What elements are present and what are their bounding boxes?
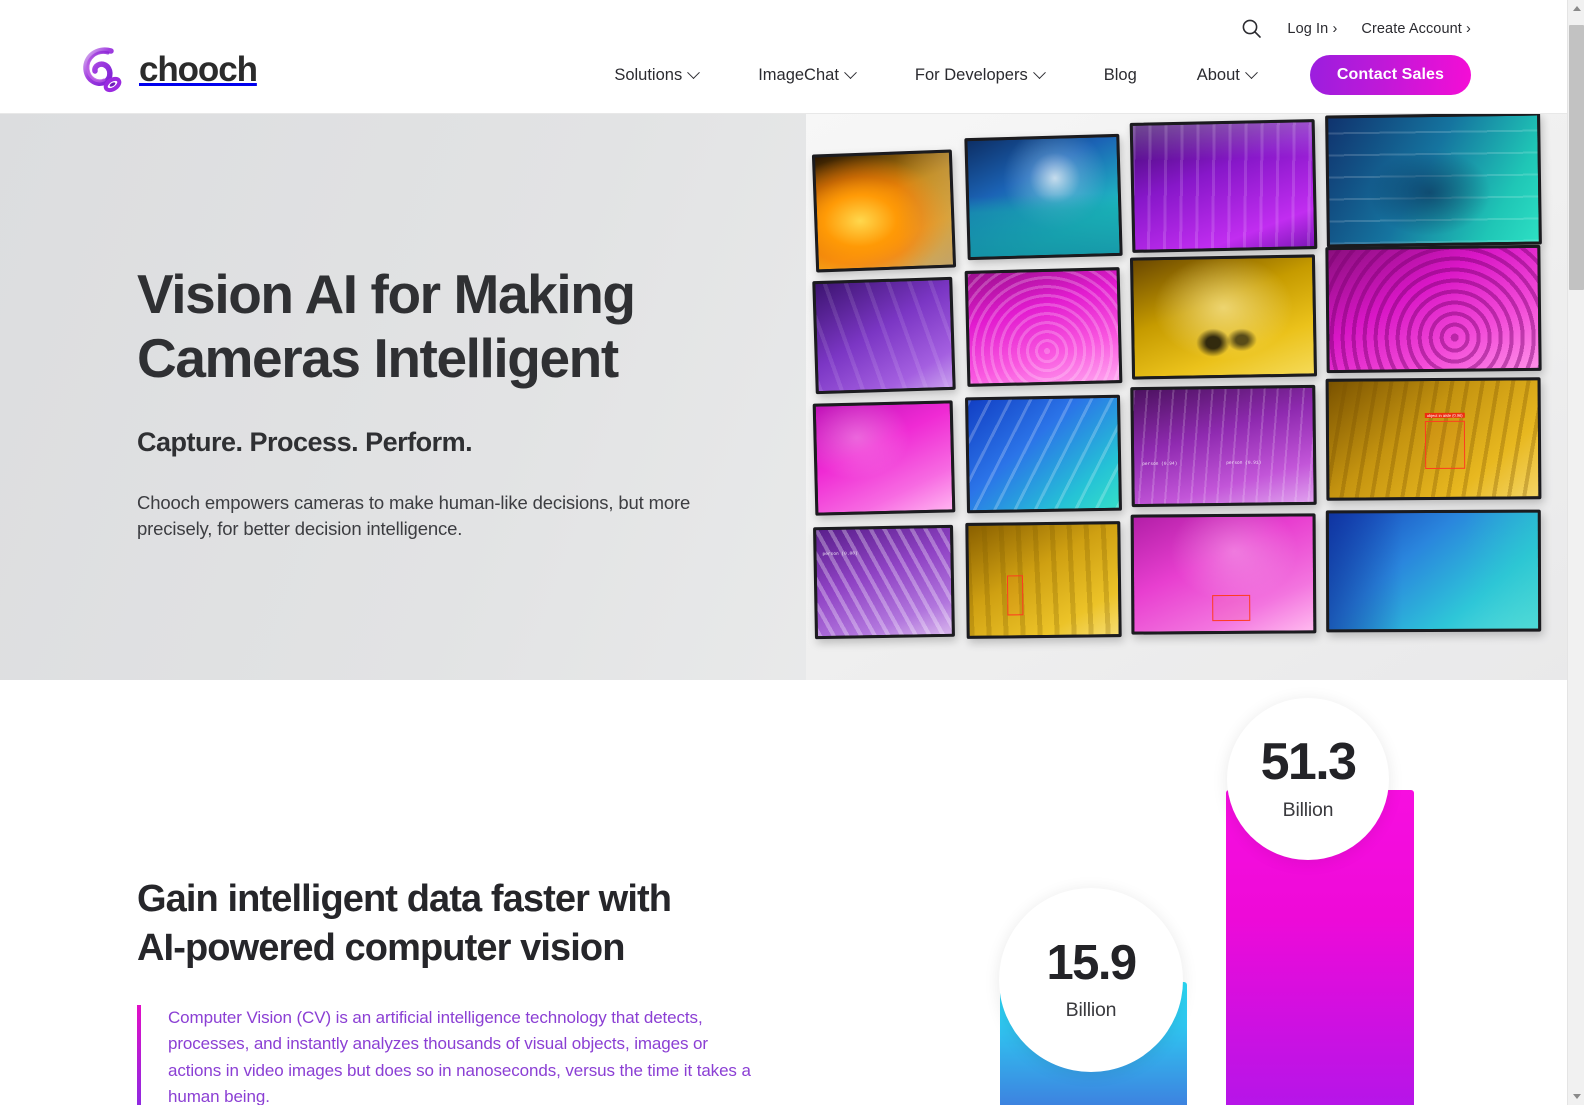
- hero-title-line2: Cameras Intelligent: [137, 327, 619, 390]
- nav-label-blog: Blog: [1103, 65, 1137, 84]
- nav-item-blog[interactable]: Blog: [1074, 66, 1167, 85]
- monitor-screen: [1325, 509, 1542, 633]
- monitor-screen: [1129, 254, 1318, 380]
- main-navigation: Solutions ImageChat For Developers Blog …: [584, 55, 1471, 95]
- monitor-screen: [1130, 513, 1317, 635]
- monitor-screen: person (0.94) person (0.91): [1130, 384, 1317, 508]
- monitor-screen: [812, 400, 956, 516]
- stat-unit: Billion: [1282, 799, 1334, 821]
- stat-bubble-15-9: 15.9 Billion: [999, 888, 1183, 1072]
- vertical-scrollbar[interactable]: [1567, 0, 1584, 1105]
- site-header: chooch Log In › Create Account › Solutio…: [0, 0, 1567, 114]
- chooch-swirl-logo-icon: [81, 44, 131, 94]
- hero-title-line1: Vision AI for Making: [137, 263, 636, 325]
- nav-item-for-developers[interactable]: For Developers: [885, 66, 1074, 85]
- nav-item-solutions[interactable]: Solutions: [584, 66, 728, 85]
- monitor-screen: [811, 149, 957, 273]
- hero-copy: Vision AI for Making Cameras Intelligent…: [137, 262, 797, 542]
- stat-unit: Billion: [1065, 998, 1117, 1021]
- brand-logo-link[interactable]: chooch: [81, 44, 258, 94]
- monitor-screen: [1325, 244, 1542, 374]
- nav-label-about: About: [1196, 65, 1240, 84]
- detection-bounding-box: object in aisle (0.96): [1424, 412, 1466, 470]
- detection-bounding-box: [1212, 594, 1251, 622]
- stat-value: 15.9: [1046, 935, 1138, 990]
- monitor-screen: [964, 133, 1123, 261]
- page-content: chooch Log In › Create Account › Solutio…: [0, 0, 1567, 1105]
- detection-overlay-text: person (0.91): [1226, 460, 1262, 466]
- hero-subtitle: Capture. Process. Perform.: [137, 426, 473, 457]
- monitor-screen: [964, 394, 1123, 514]
- monitor-wall-image: person (0.94) person (0.91) object in ai…: [806, 114, 1567, 680]
- create-account-link[interactable]: Create Account ›: [1361, 21, 1471, 37]
- chevron-down-icon: [844, 65, 857, 79]
- monitor-screen: [812, 276, 956, 395]
- hero-body-text: Chooch empowers cameras to make human-li…: [137, 491, 691, 539]
- detection-bounding-box: [1006, 575, 1024, 616]
- search-icon[interactable]: [1240, 17, 1263, 40]
- monitor-screen: [1325, 114, 1542, 248]
- nav-label-imagechat: ImageChat: [758, 65, 839, 84]
- scroll-down-arrow-icon[interactable]: [1568, 1088, 1584, 1105]
- chevron-down-icon: [1245, 65, 1258, 79]
- monitor-screen: person (0.88): [813, 524, 955, 640]
- stat-bar-chart: 15.9 Billion 51.3 Billion: [0, 680, 1567, 1105]
- detection-overlay-text: person (0.94): [1142, 461, 1178, 467]
- browser-viewport: chooch Log In › Create Account › Solutio…: [0, 0, 1584, 1105]
- nav-item-imagechat[interactable]: ImageChat: [728, 66, 885, 85]
- login-link[interactable]: Log In ›: [1287, 21, 1337, 37]
- hero-title: Vision AI for Making Cameras Intelligent: [137, 262, 797, 391]
- detection-overlay-text: person (0.88): [822, 551, 858, 558]
- stat-bubble-51-3: 51.3 Billion: [1227, 698, 1389, 860]
- hero-section: Vision AI for Making Cameras Intelligent…: [0, 114, 1567, 680]
- computer-vision-section: Gain intelligent data faster with AI-pow…: [0, 680, 1567, 1105]
- monitor-screen: [1129, 119, 1318, 253]
- scroll-up-arrow-icon[interactable]: [1568, 0, 1584, 17]
- detection-label: object in aisle (0.96): [1424, 412, 1465, 419]
- scrollbar-thumb[interactable]: [1569, 25, 1584, 290]
- monitor-screen: object in aisle (0.96): [1325, 377, 1542, 501]
- chevron-down-icon: [1032, 65, 1046, 79]
- chevron-down-icon: [687, 65, 701, 79]
- monitor-screen: [965, 521, 1122, 639]
- nav-label-for-developers: For Developers: [914, 65, 1028, 84]
- nav-label-solutions: Solutions: [614, 65, 683, 84]
- brand-wordmark: chooch: [139, 49, 258, 89]
- utility-bar: Log In › Create Account ›: [1240, 17, 1471, 40]
- nav-item-about[interactable]: About: [1167, 66, 1286, 85]
- stat-value: 51.3: [1260, 733, 1357, 791]
- monitor-screen: [964, 267, 1123, 387]
- contact-sales-button[interactable]: Contact Sales: [1309, 55, 1471, 95]
